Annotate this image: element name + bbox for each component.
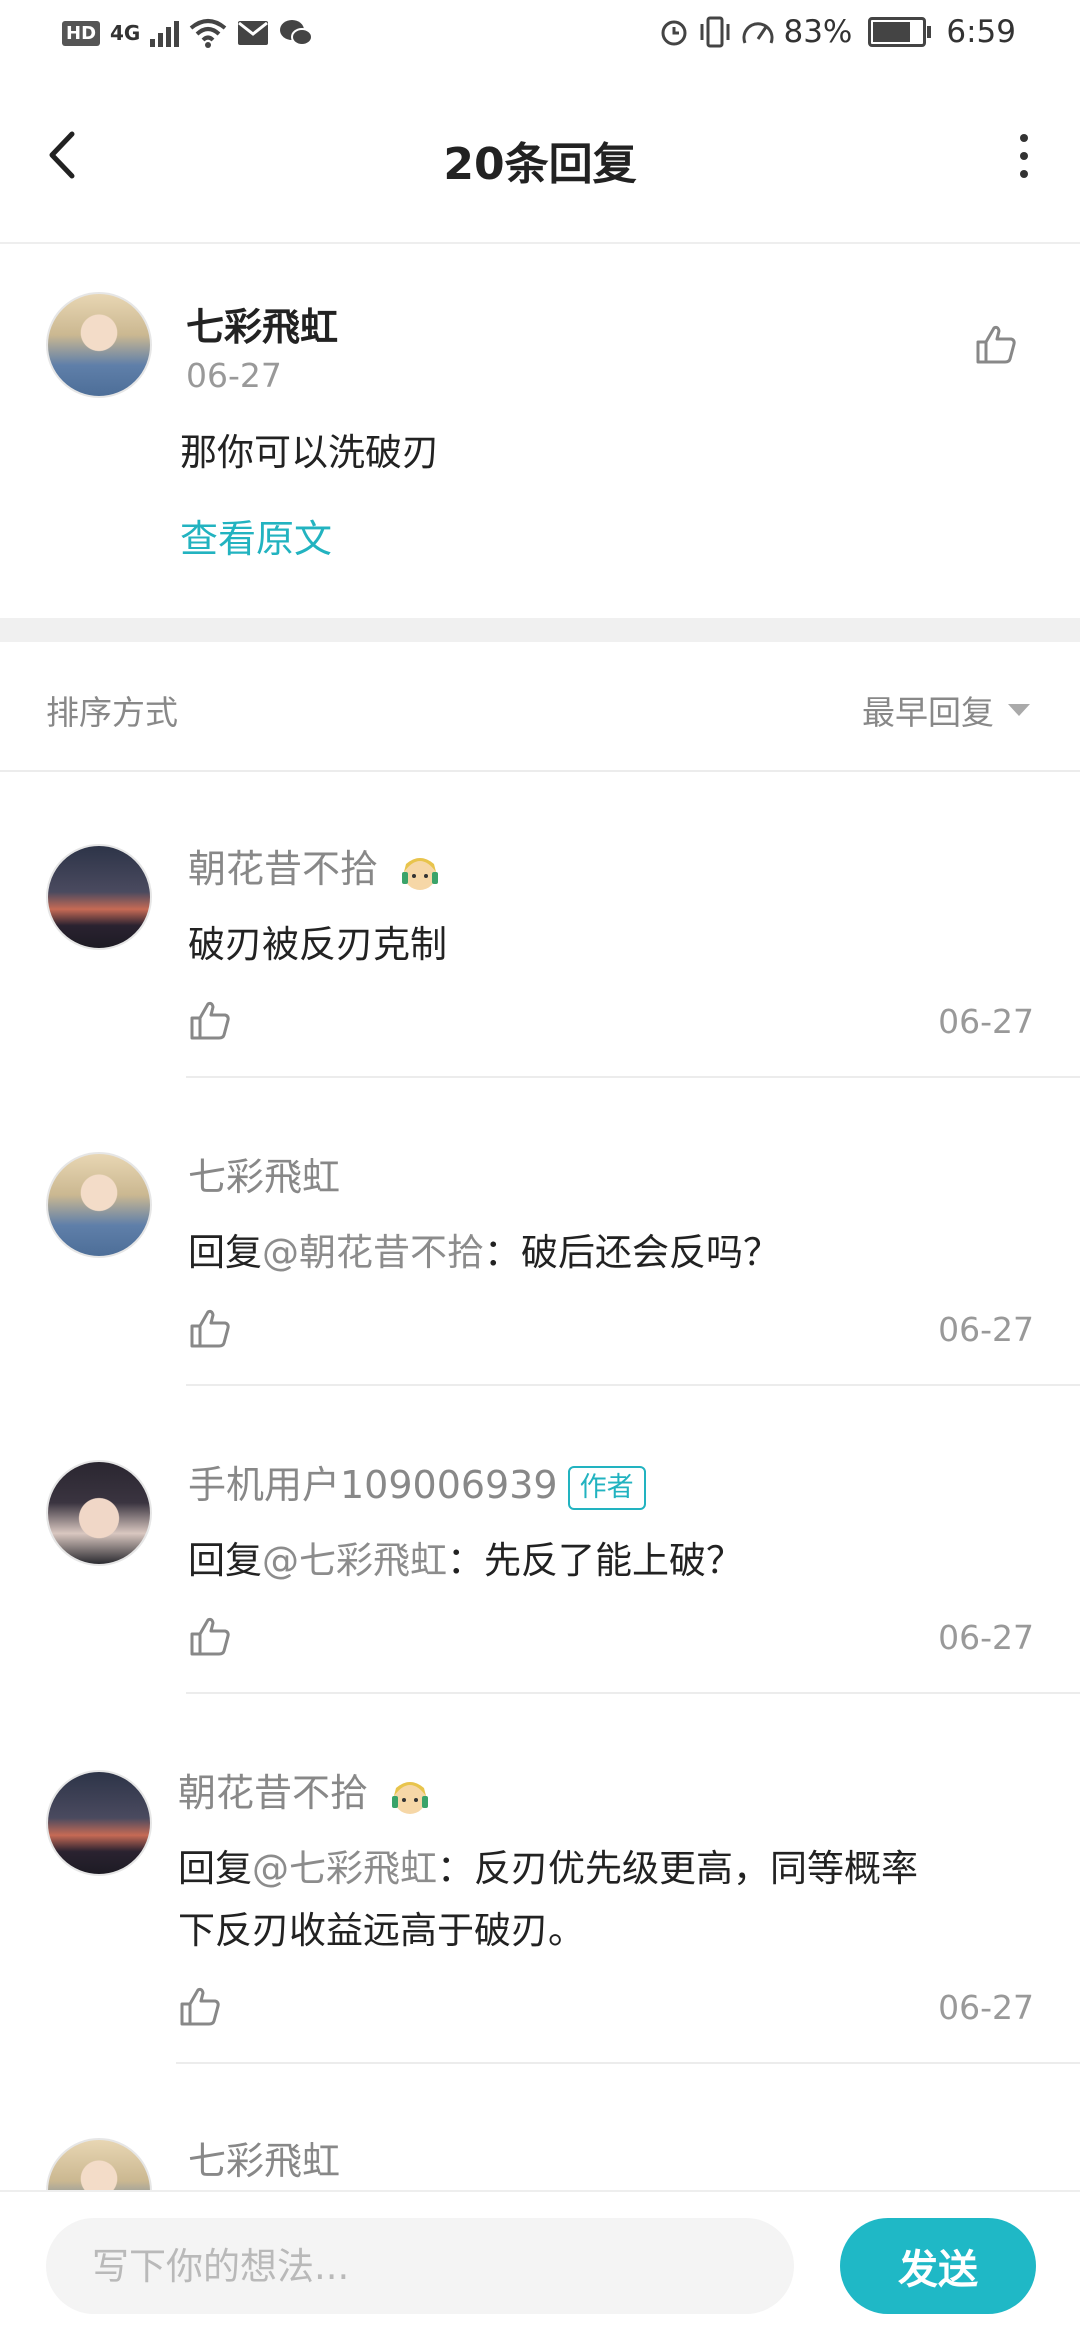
reply-date: 06-27 (938, 1002, 1034, 1041)
view-original-link[interactable]: 查看原文 (180, 508, 332, 563)
thumbs-up-icon[interactable] (188, 998, 232, 1042)
original-date: 06-27 (186, 356, 282, 395)
reply-username[interactable]: 手机用户109006939 作者 (188, 1454, 646, 1510)
reply-content: 回复@七彩飛虹：先反了能上破？ (188, 1539, 743, 1582)
reply-content: 破刃被反刃克制 (188, 923, 447, 966)
mention-link[interactable]: @七彩飛虹 (252, 1847, 437, 1890)
avatar[interactable] (46, 844, 152, 950)
clock: 6:59 (946, 14, 1016, 50)
divider (186, 1384, 1080, 1386)
sort-selected: 最早回复 (862, 693, 994, 732)
author-badge: 作者 (567, 1465, 646, 1510)
reply-content: 回复@七彩飛虹：反刃优先级更高，同等概率 下反刃收益远高于破刃。 (178, 1847, 918, 1952)
avatar[interactable] (46, 1460, 152, 1566)
more-options-button[interactable] (1004, 124, 1044, 188)
reply-username[interactable]: 七彩飛虹 (188, 2130, 340, 2185)
vibrate-icon (700, 16, 730, 48)
speed-icon (742, 22, 774, 44)
page-title: 20条回复 (443, 139, 637, 190)
reply-content: 回复@朝花昔不拾：破后还会反吗？ (188, 1231, 780, 1274)
wechat-icon (280, 20, 314, 46)
battery-icon (868, 17, 932, 47)
sort-dropdown[interactable]: 最早回复 (862, 686, 1032, 734)
thumbs-up-icon[interactable] (178, 1984, 222, 2028)
alarm-icon (661, 20, 687, 46)
avatar[interactable] (46, 292, 152, 398)
mail-icon (238, 21, 269, 45)
divider (186, 1076, 1080, 1078)
character-badge-icon (392, 1781, 429, 1814)
divider (176, 2062, 1080, 2064)
more-dots-icon (1020, 134, 1028, 142)
wifi-icon (190, 19, 227, 48)
battery-percent: 83% (783, 14, 853, 50)
divider (186, 1692, 1080, 1694)
character-badge-icon (402, 857, 439, 890)
thumbs-up-icon[interactable] (188, 1614, 232, 1658)
sort-label: 排序方式 (46, 693, 178, 732)
divider (0, 770, 1080, 772)
hd-badge: HD (62, 20, 101, 46)
mention-link[interactable]: @朝花昔不拾 (262, 1231, 484, 1274)
avatar[interactable] (46, 1770, 152, 1876)
thumbs-up-icon[interactable] (188, 1306, 232, 1350)
comment-input[interactable] (46, 2218, 794, 2314)
section-separator (0, 618, 1080, 642)
status-bar: HD 4G 83% 6:59 (0, 0, 1080, 76)
thumbs-up-icon[interactable] (974, 322, 1018, 366)
reply-username[interactable]: 朝花昔不拾 (188, 838, 442, 894)
reply-date: 06-27 (938, 1618, 1034, 1657)
network-type: 4G (110, 21, 141, 45)
original-username[interactable]: 七彩飛虹 (186, 296, 338, 351)
send-button[interactable]: 发送 (840, 2218, 1036, 2314)
original-content: 那你可以洗破刃 (180, 431, 439, 474)
reply-username[interactable]: 七彩飛虹 (188, 1146, 340, 1201)
comment-bar: 发送 (0, 2190, 1080, 2342)
signal-icon (150, 19, 180, 47)
top-nav-bar: 20条回复 (0, 76, 1080, 244)
reply-date: 06-27 (938, 1988, 1034, 2027)
reply-username[interactable]: 朝花昔不拾 (178, 1762, 432, 1818)
reply-date: 06-27 (938, 1310, 1034, 1349)
caret-down-icon (1008, 704, 1030, 716)
avatar[interactable] (46, 1152, 152, 1258)
mention-link[interactable]: @七彩飛虹 (262, 1539, 447, 1582)
